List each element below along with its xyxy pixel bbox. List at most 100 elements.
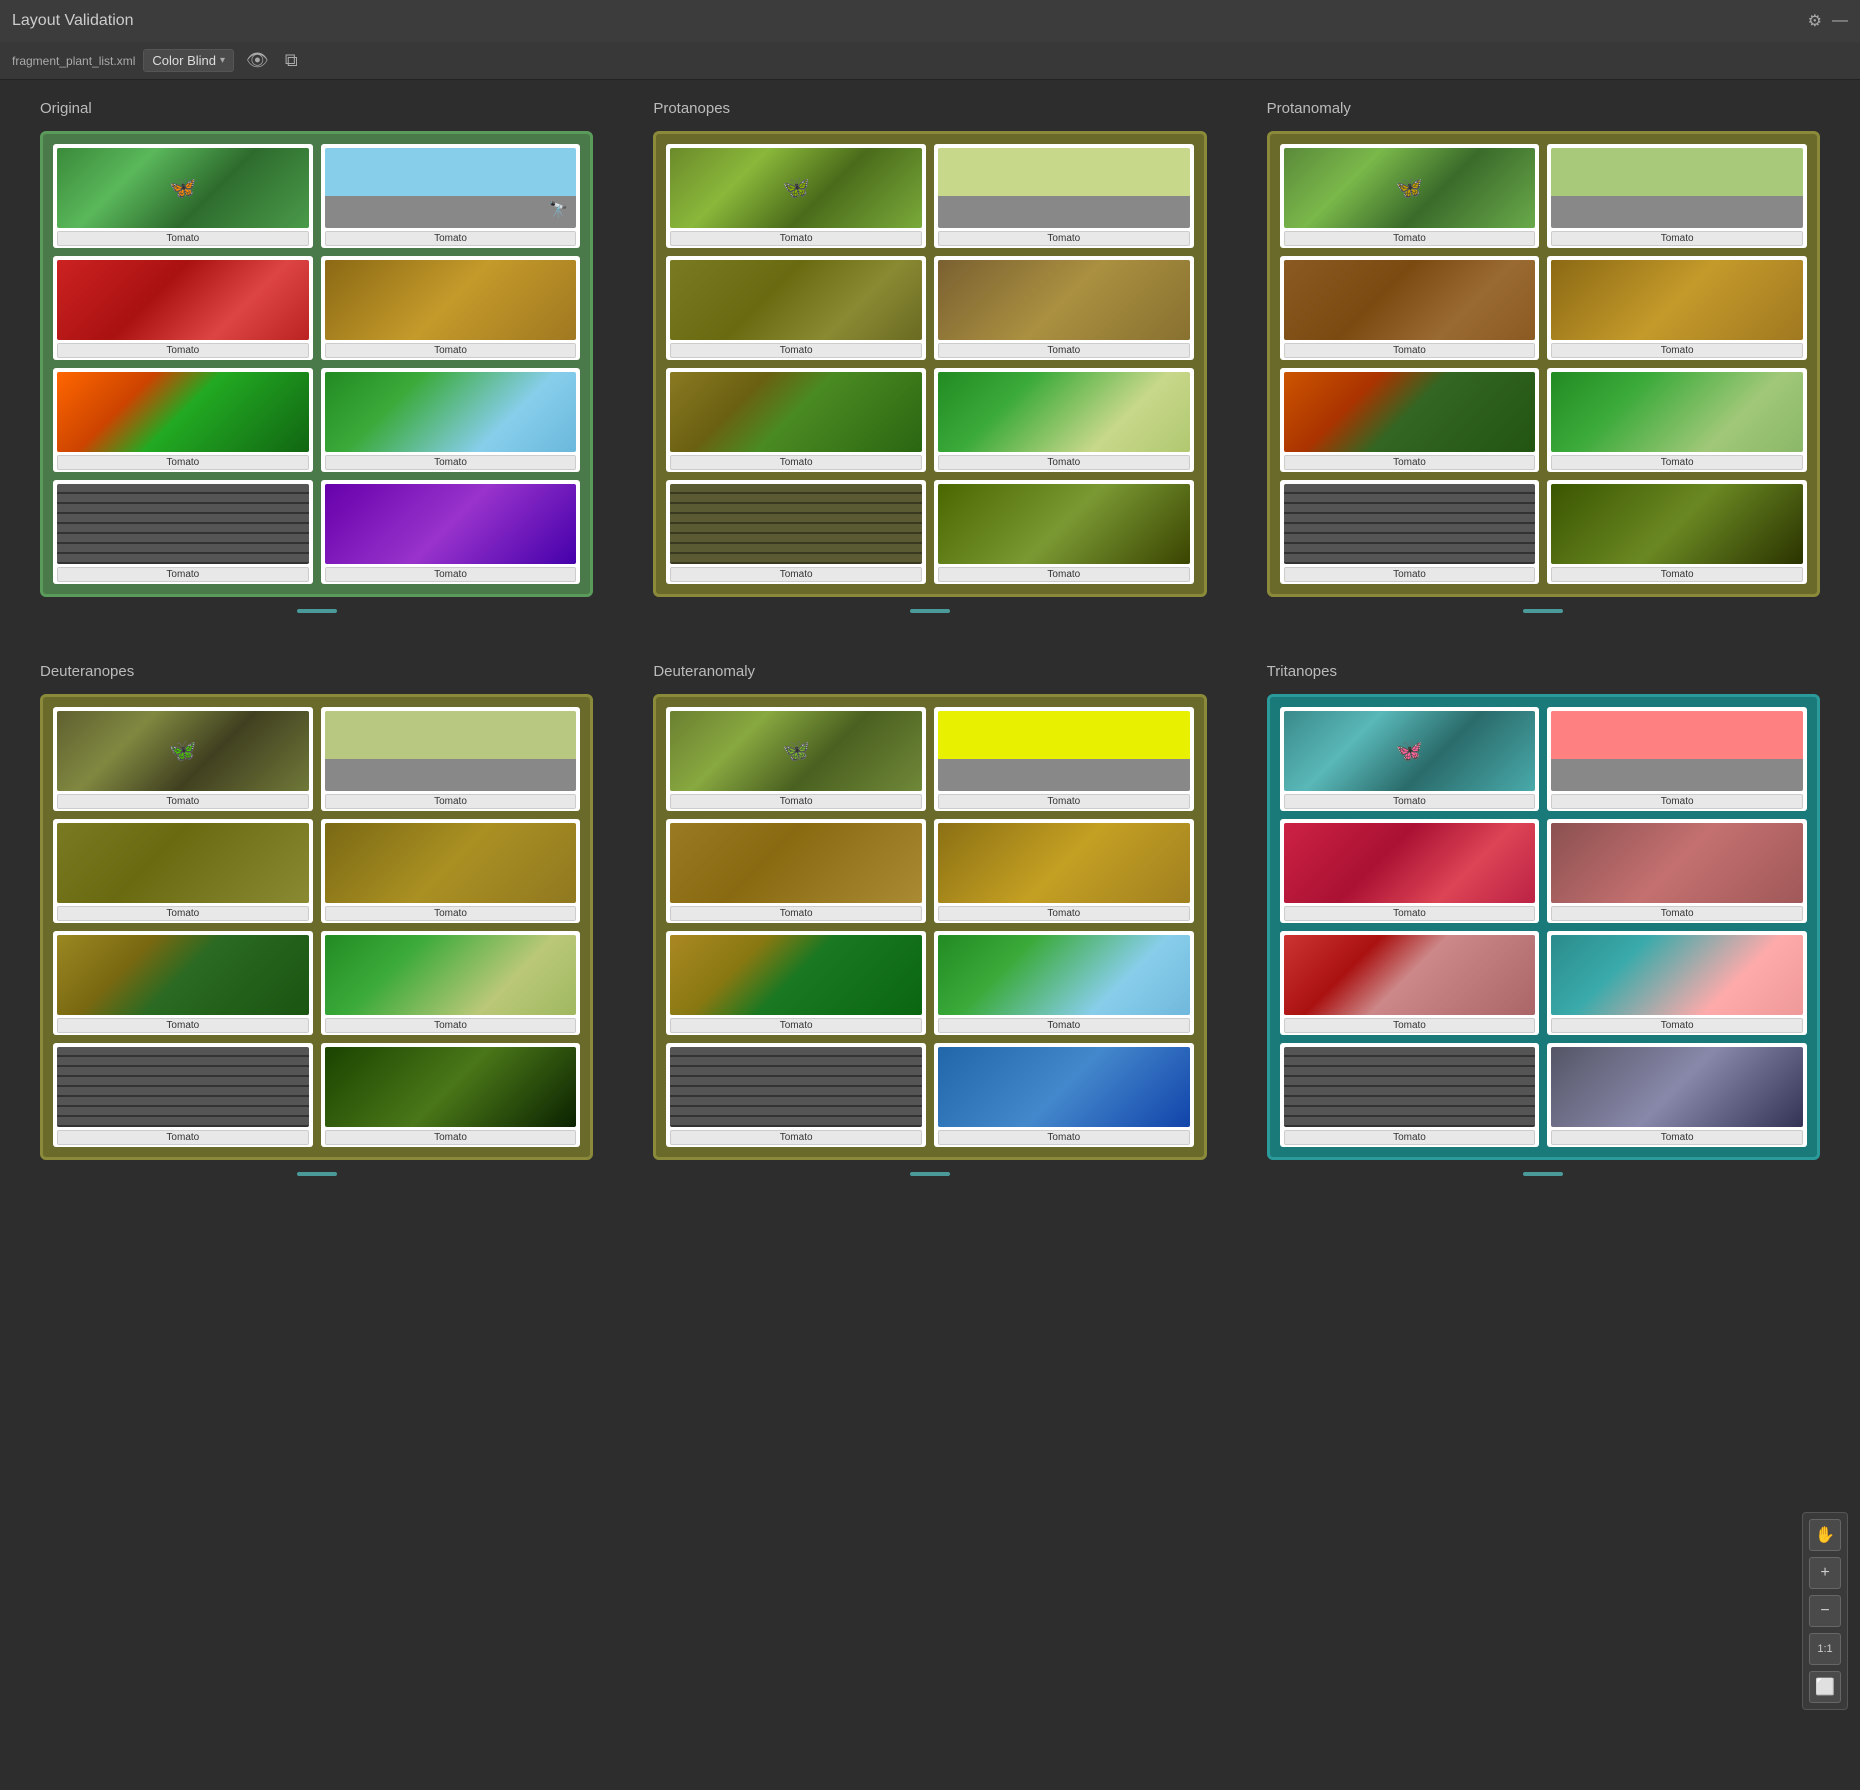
img-card-deuteranomaly-3-1: Tomato xyxy=(934,1043,1194,1147)
chevron-down-icon: ▾ xyxy=(220,55,225,66)
section-deuteranopes: DeuteranopesTomatoTomatoTomatoTomatoToma… xyxy=(40,663,593,1176)
section-title-deuteranopes: Deuteranopes xyxy=(40,663,593,680)
section-protanomaly: ProtanomalyTomatoTomatoTomatoTomatoTomat… xyxy=(1267,100,1820,613)
img-card-original-3-0: Tomato xyxy=(53,480,313,584)
fit-button[interactable]: ⬜ xyxy=(1809,1671,1841,1703)
eye-button[interactable]: 👁 xyxy=(242,48,273,73)
img-card-deuteranopes-2-0: Tomato xyxy=(53,931,313,1035)
img-label-deuteranopes-1-0: Tomato xyxy=(57,906,309,921)
img-card-deuteranopes-1-1: Tomato xyxy=(321,819,581,923)
section-tritanopes: TritanopesTomatoTomatoTomatoTomatoTomato… xyxy=(1267,663,1820,1176)
copy-button[interactable]: ⧉ xyxy=(281,48,302,73)
img-area-original-0-1 xyxy=(325,148,577,228)
mode-label: Color Blind xyxy=(152,53,216,68)
img-label-protanomaly-0-0: Tomato xyxy=(1284,231,1536,246)
img-label-protanopes-1-1: Tomato xyxy=(938,343,1190,358)
hand-tool-button[interactable]: ✋ xyxy=(1809,1519,1841,1551)
zoom-out-button[interactable]: − xyxy=(1809,1595,1841,1627)
one-to-one-button[interactable]: 1:1 xyxy=(1809,1633,1841,1665)
img-label-deuteranomaly-0-1: Tomato xyxy=(938,794,1190,809)
card-container-deuteranopes: TomatoTomatoTomatoTomatoTomatoTomatoToma… xyxy=(40,694,593,1160)
img-card-tritanopes-0-1: Tomato xyxy=(1547,707,1807,811)
img-label-deuteranopes-3-0: Tomato xyxy=(57,1130,309,1145)
img-label-tritanopes-0-1: Tomato xyxy=(1551,794,1803,809)
img-area-tritanopes-1-1 xyxy=(1551,823,1803,903)
img-area-deuteranopes-2-1 xyxy=(325,935,577,1015)
img-area-original-3-0 xyxy=(57,484,309,564)
img-area-protanomaly-1-1 xyxy=(1551,260,1803,340)
img-card-tritanopes-3-1: Tomato xyxy=(1547,1043,1807,1147)
img-label-deuteranomaly-3-0: Tomato xyxy=(670,1130,922,1145)
img-area-tritanopes-3-0 xyxy=(1284,1047,1536,1127)
img-label-deuteranomaly-3-1: Tomato xyxy=(938,1130,1190,1145)
section-title-original: Original xyxy=(40,100,593,117)
img-area-deuteranomaly-0-1 xyxy=(938,711,1190,791)
img-label-original-0-1: Tomato xyxy=(325,231,577,246)
img-card-deuteranomaly-2-0: Tomato xyxy=(666,931,926,1035)
img-area-protanomaly-2-1 xyxy=(1551,372,1803,452)
img-card-protanopes-1-1: Tomato xyxy=(934,256,1194,360)
img-card-original-0-0: Tomato xyxy=(53,144,313,248)
img-area-protanopes-1-0 xyxy=(670,260,922,340)
img-area-protanopes-2-0 xyxy=(670,372,922,452)
card-container-deuteranomaly: TomatoTomatoTomatoTomatoTomatoTomatoToma… xyxy=(653,694,1206,1160)
img-card-deuteranopes-3-0: Tomato xyxy=(53,1043,313,1147)
card-container-protanomaly: TomatoTomatoTomatoTomatoTomatoTomatoToma… xyxy=(1267,131,1820,597)
img-label-deuteranomaly-2-1: Tomato xyxy=(938,1018,1190,1033)
zoom-in-button[interactable]: + xyxy=(1809,1557,1841,1589)
img-card-deuteranopes-2-1: Tomato xyxy=(321,931,581,1035)
img-card-tritanopes-1-0: Tomato xyxy=(1280,819,1540,923)
img-area-tritanopes-2-1 xyxy=(1551,935,1803,1015)
img-label-original-3-0: Tomato xyxy=(57,567,309,582)
img-card-protanomaly-2-1: Tomato xyxy=(1547,368,1807,472)
mode-dropdown[interactable]: Color Blind ▾ xyxy=(143,49,234,72)
img-card-deuteranomaly-0-1: Tomato xyxy=(934,707,1194,811)
img-card-protanomaly-1-1: Tomato xyxy=(1547,256,1807,360)
hand-icon: ✋ xyxy=(1815,1525,1835,1545)
img-label-original-1-0: Tomato xyxy=(57,343,309,358)
img-label-deuteranomaly-2-0: Tomato xyxy=(670,1018,922,1033)
img-label-tritanopes-1-1: Tomato xyxy=(1551,906,1803,921)
img-card-protanomaly-0-0: Tomato xyxy=(1280,144,1540,248)
scroll-indicator-original xyxy=(297,609,337,613)
img-area-original-2-1 xyxy=(325,372,577,452)
toolbar: fragment_plant_list.xml Color Blind ▾ 👁 … xyxy=(0,42,1860,80)
img-area-original-1-0 xyxy=(57,260,309,340)
img-label-protanopes-3-0: Tomato xyxy=(670,567,922,582)
right-toolbar: ✋ + − 1:1 ⬜ xyxy=(1802,1512,1848,1710)
img-label-deuteranopes-0-1: Tomato xyxy=(325,794,577,809)
one-to-one-label: 1:1 xyxy=(1817,1643,1832,1655)
img-area-deuteranomaly-2-0 xyxy=(670,935,922,1015)
img-card-protanomaly-3-1: Tomato xyxy=(1547,480,1807,584)
img-area-protanopes-3-0 xyxy=(670,484,922,564)
img-area-protanopes-1-1 xyxy=(938,260,1190,340)
settings-icon[interactable]: ⚙ xyxy=(1808,11,1822,31)
minimize-icon[interactable]: — xyxy=(1832,12,1848,30)
img-label-deuteranopes-2-0: Tomato xyxy=(57,1018,309,1033)
minus-icon: − xyxy=(1820,1602,1829,1620)
img-area-original-2-0 xyxy=(57,372,309,452)
img-area-protanomaly-0-1 xyxy=(1551,148,1803,228)
img-area-protanomaly-2-0 xyxy=(1284,372,1536,452)
img-label-protanopes-2-1: Tomato xyxy=(938,455,1190,470)
img-label-protanomaly-3-0: Tomato xyxy=(1284,567,1536,582)
section-original: OriginalTomatoTomatoTomatoTomatoTomatoTo… xyxy=(40,100,593,613)
img-label-deuteranopes-0-0: Tomato xyxy=(57,794,309,809)
img-label-protanopes-1-0: Tomato xyxy=(670,343,922,358)
eye-icon: 👁 xyxy=(246,50,269,71)
img-card-protanopes-3-0: Tomato xyxy=(666,480,926,584)
img-label-protanomaly-1-0: Tomato xyxy=(1284,343,1536,358)
img-card-deuteranopes-1-0: Tomato xyxy=(53,819,313,923)
img-area-tritanopes-1-0 xyxy=(1284,823,1536,903)
img-label-original-3-1: Tomato xyxy=(325,567,577,582)
img-label-protanomaly-0-1: Tomato xyxy=(1551,231,1803,246)
img-area-deuteranopes-1-1 xyxy=(325,823,577,903)
img-label-tritanopes-2-0: Tomato xyxy=(1284,1018,1536,1033)
scroll-indicator-protanopes xyxy=(910,609,950,613)
img-area-protanomaly-3-1 xyxy=(1551,484,1803,564)
img-card-protanopes-0-0: Tomato xyxy=(666,144,926,248)
img-card-tritanopes-2-0: Tomato xyxy=(1280,931,1540,1035)
img-card-protanomaly-0-1: Tomato xyxy=(1547,144,1807,248)
img-card-deuteranomaly-1-1: Tomato xyxy=(934,819,1194,923)
card-container-tritanopes: TomatoTomatoTomatoTomatoTomatoTomatoToma… xyxy=(1267,694,1820,1160)
